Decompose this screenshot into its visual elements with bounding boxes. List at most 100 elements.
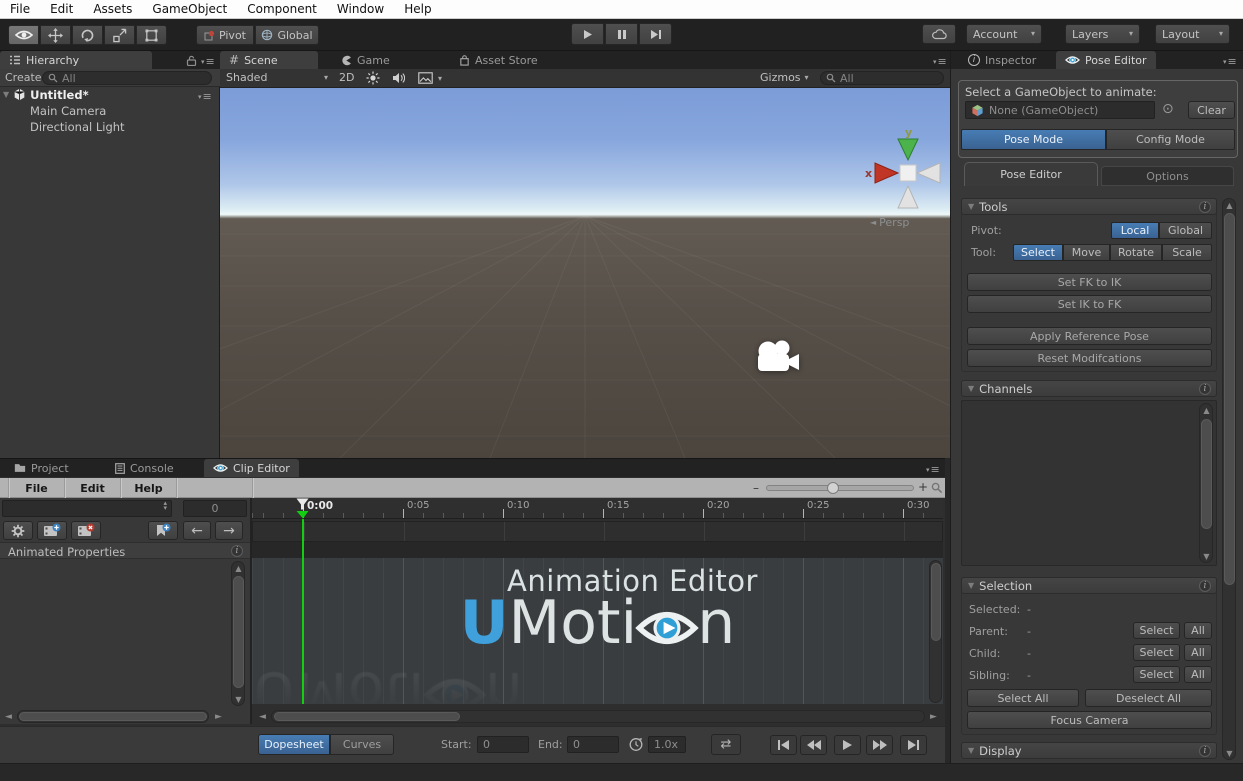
start-field[interactable]: 0: [477, 736, 529, 753]
timeline-zoom-slider[interactable]: [766, 485, 914, 491]
dopesheet-tab-button[interactable]: Dopesheet: [258, 734, 330, 755]
dopesheet-canvas[interactable]: Animation Editor UMotin UMotin: [252, 558, 943, 704]
prev-frame-button[interactable]: [800, 735, 827, 755]
tab-pose-editor[interactable]: Pose Editor: [1056, 51, 1156, 69]
reset-modifications-button[interactable]: Reset Modifcations: [967, 349, 1212, 367]
channels-list[interactable]: ▲ ▼: [961, 400, 1217, 566]
scrollbar-thumb[interactable]: [19, 712, 207, 721]
play-clip-button[interactable]: [834, 735, 861, 755]
add-event-button[interactable]: [148, 521, 178, 540]
dopesheet-hscrollbar[interactable]: [271, 710, 925, 723]
menu-component[interactable]: Component: [237, 0, 327, 19]
global-toggle-button[interactable]: Global: [255, 25, 319, 45]
scroll-left-icon[interactable]: ◄: [2, 710, 15, 723]
apply-reference-pose-button[interactable]: Apply Reference Pose: [967, 327, 1212, 345]
lock-icon[interactable]: [186, 55, 197, 66]
search-icon[interactable]: [931, 482, 943, 494]
layers-dropdown[interactable]: Layers▾: [1065, 24, 1140, 44]
toggle-2d-button[interactable]: 2D: [339, 71, 354, 84]
gizmos-dropdown[interactable]: Gizmos▾: [760, 71, 809, 84]
pose-mode-button[interactable]: Pose Mode: [961, 129, 1106, 150]
set-fk-to-ik-button[interactable]: Set FK to IK: [967, 273, 1212, 291]
scale-tool-button[interactable]: [104, 25, 135, 45]
hierarchy-search-input[interactable]: All: [42, 71, 212, 85]
add-clip-button[interactable]: [37, 521, 67, 540]
undo-frame-button[interactable]: ←: [183, 521, 211, 540]
dopesheet-vscrollbar[interactable]: [929, 560, 942, 703]
playhead-line[interactable]: [302, 519, 304, 704]
pivot-global-button[interactable]: Global: [1159, 222, 1212, 239]
pivot-toggle-button[interactable]: Pivot: [196, 25, 254, 45]
layout-dropdown[interactable]: Layout▾: [1155, 24, 1230, 44]
account-dropdown[interactable]: Account▾: [966, 24, 1042, 44]
menu-file[interactable]: File: [0, 0, 40, 19]
menu-assets[interactable]: Assets: [83, 0, 142, 19]
menu-window[interactable]: Window: [327, 0, 394, 19]
child-select-button[interactable]: Select: [1133, 644, 1180, 661]
step-button[interactable]: [639, 23, 672, 45]
tab-console[interactable]: Console: [106, 459, 183, 477]
deselect-all-button[interactable]: Deselect All: [1085, 689, 1212, 707]
child-all-button[interactable]: All: [1184, 644, 1212, 661]
go-to-start-button[interactable]: [770, 735, 797, 755]
clip-menu-help[interactable]: Help: [120, 478, 176, 498]
scene-menu-icon[interactable]: ▾≡: [198, 91, 212, 102]
tool-scale-button[interactable]: Scale: [1162, 244, 1212, 261]
render-mode-dropdown[interactable]: Shaded▾: [226, 71, 328, 84]
properties-hscrollbar[interactable]: [17, 710, 209, 723]
display-header[interactable]: ▼ Display i: [961, 742, 1217, 759]
clip-menu-file[interactable]: File: [8, 478, 64, 498]
pivot-local-button[interactable]: Local: [1111, 222, 1159, 239]
tab-scene[interactable]: # Scene: [220, 51, 318, 69]
channels-header[interactable]: ▼ Channels i: [961, 380, 1217, 397]
chevron-down-icon[interactable]: ▾: [438, 75, 442, 83]
tab-hierarchy[interactable]: Hierarchy: [0, 51, 152, 69]
audio-icon[interactable]: [392, 72, 405, 84]
tool-select-button[interactable]: Select: [1013, 244, 1063, 261]
clear-button[interactable]: Clear: [1188, 101, 1235, 119]
tab-pose-editor-sub[interactable]: Pose Editor: [964, 162, 1098, 186]
delete-clip-button[interactable]: [71, 521, 101, 540]
settings-button[interactable]: [3, 521, 33, 540]
playhead-marker[interactable]: [295, 498, 311, 519]
go-to-end-button[interactable]: [900, 735, 927, 755]
sibling-select-button[interactable]: Select: [1133, 666, 1180, 683]
scroll-up-icon[interactable]: ▲: [1200, 405, 1213, 416]
rotate-tool-button[interactable]: [72, 25, 103, 45]
info-icon[interactable]: i: [1199, 383, 1211, 395]
info-icon[interactable]: i: [1199, 201, 1211, 213]
menu-edit[interactable]: Edit: [40, 0, 83, 19]
selection-header[interactable]: ▼ Selection i: [961, 577, 1217, 594]
zoom-out-icon[interactable]: –: [753, 481, 759, 495]
tools-header[interactable]: ▼ Tools i: [961, 198, 1217, 215]
scroll-left-icon[interactable]: ◄: [256, 710, 269, 723]
zoom-in-icon[interactable]: +: [918, 480, 928, 494]
panel-menu-icon[interactable]: ▾≡: [926, 464, 940, 475]
menu-gameobject[interactable]: GameObject: [142, 0, 237, 19]
event-track[interactable]: [252, 521, 943, 542]
tab-asset-store[interactable]: Asset Store: [450, 51, 547, 69]
loop-toggle-button[interactable]: ⇄: [711, 734, 741, 755]
view-tool-button[interactable]: [8, 25, 39, 45]
info-icon[interactable]: i: [231, 545, 243, 557]
pose-panel-scrollbar[interactable]: ▲ ▼: [1222, 198, 1236, 760]
scene-viewport[interactable]: y x ◄ Persp: [220, 88, 950, 458]
orientation-gizmo[interactable]: y x: [848, 126, 944, 218]
end-field[interactable]: 0: [567, 736, 619, 753]
tab-options[interactable]: Options: [1101, 166, 1234, 186]
scrollbar-thumb[interactable]: [1201, 419, 1212, 529]
scroll-up-icon[interactable]: ▲: [1223, 200, 1236, 211]
scroll-down-icon[interactable]: ▼: [1200, 551, 1213, 562]
set-ik-to-fk-button[interactable]: Set IK to FK: [967, 295, 1212, 313]
properties-vscrollbar[interactable]: ▲ ▼: [231, 561, 245, 706]
rect-tool-button[interactable]: [136, 25, 167, 45]
info-icon[interactable]: i: [1199, 745, 1211, 757]
scroll-right-icon[interactable]: ►: [212, 710, 225, 723]
camera-gizmo-icon[interactable]: [750, 338, 804, 380]
scene-search-input[interactable]: All: [820, 71, 944, 85]
tool-move-button[interactable]: Move: [1063, 244, 1110, 261]
frame-field[interactable]: 0: [183, 500, 247, 517]
cloud-button[interactable]: [922, 24, 956, 44]
lighting-sun-icon[interactable]: [366, 71, 380, 85]
scrollbar-thumb[interactable]: [233, 576, 244, 688]
